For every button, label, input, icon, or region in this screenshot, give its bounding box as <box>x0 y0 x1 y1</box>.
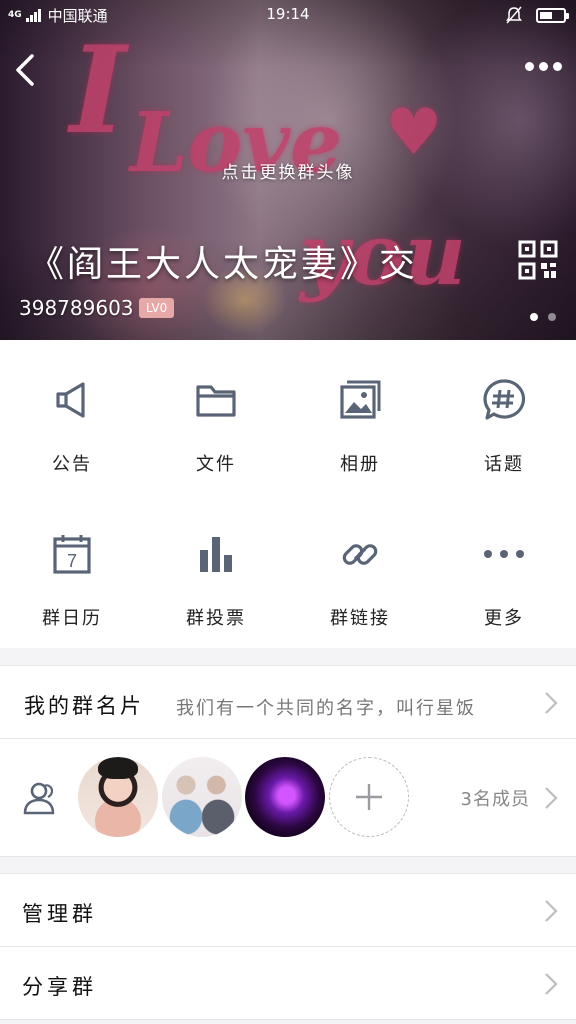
folder-icon <box>196 385 236 417</box>
more-dots-icon <box>484 550 524 558</box>
group-members-row[interactable]: 3名成员 <box>0 739 576 857</box>
share-group-label: 分享群 <box>22 975 97 999</box>
hashtag-bubble-icon <box>483 379 526 420</box>
group-card-value: 我们有一个共同的名字，叫行星饭 <box>176 698 476 719</box>
function-vote[interactable]: 群投票 <box>144 494 288 648</box>
back-arrow-icon[interactable] <box>10 50 42 90</box>
function-announcement[interactable]: 公告 <box>0 340 144 494</box>
qr-code-icon[interactable] <box>518 240 558 280</box>
function-label: 群日历 <box>42 608 102 629</box>
function-calendar[interactable]: 7 群日历 <box>0 494 144 648</box>
chevron-right-icon <box>545 787 558 809</box>
function-more[interactable]: 更多 <box>432 494 576 648</box>
status-bar: 4G 中国联通 19:14 <box>0 0 576 28</box>
members-icon <box>23 782 55 815</box>
background-decoration: I <box>70 20 127 161</box>
chevron-right-icon <box>545 692 558 714</box>
function-label: 话题 <box>484 454 524 475</box>
bar-chart-icon <box>200 537 232 572</box>
member-avatar[interactable] <box>162 757 242 837</box>
function-label: 文件 <box>196 454 236 475</box>
page-dot-active <box>530 313 538 321</box>
level-badge: LV0 <box>139 298 175 318</box>
group-card-label: 我的群名片 <box>24 694 144 718</box>
link-icon <box>342 544 378 565</box>
function-link[interactable]: 群链接 <box>288 494 432 648</box>
group-name: 《阎王大人太宠妻》交 <box>28 244 419 285</box>
plus-icon <box>356 784 382 810</box>
more-dots-icon[interactable] <box>525 62 562 71</box>
function-label: 相册 <box>340 454 380 475</box>
change-avatar-hint[interactable]: 点击更换群头像 <box>0 158 576 183</box>
member-count: 3名成员 <box>460 789 530 810</box>
page-dot <box>548 313 556 321</box>
manage-group-label: 管理群 <box>22 902 97 926</box>
photo-album-icon <box>340 380 381 419</box>
group-function-grid: 公告 文件 相册 话题 7 群日历 群投票 群链接 更多 <box>0 340 576 648</box>
my-group-card-row[interactable]: 我的群名片 我们有一个共同的名字，叫行星饭 <box>0 665 576 739</box>
member-avatar[interactable] <box>78 757 158 837</box>
function-label: 公告 <box>52 454 92 475</box>
share-group-row[interactable]: 分享群 <box>0 946 576 1020</box>
add-member-button[interactable] <box>329 757 409 837</box>
megaphone-icon <box>56 382 85 418</box>
member-avatar[interactable] <box>245 757 325 837</box>
battery-icon <box>536 7 569 23</box>
group-id: 398789603 <box>19 296 134 320</box>
mute-bell-icon <box>506 6 522 24</box>
chevron-right-icon <box>545 973 558 995</box>
function-label: 更多 <box>484 608 524 629</box>
manage-group-row[interactable]: 管理群 <box>0 873 576 947</box>
function-topics[interactable]: 话题 <box>432 340 576 494</box>
function-label: 群链接 <box>330 608 390 629</box>
banner-page-indicator <box>530 313 556 321</box>
chevron-right-icon <box>545 900 558 922</box>
function-album[interactable]: 相册 <box>288 340 432 494</box>
function-files[interactable]: 文件 <box>144 340 288 494</box>
function-label: 群投票 <box>186 608 246 629</box>
status-time: 19:14 <box>266 5 310 23</box>
group-header-banner[interactable]: I Love ♥ you 4G 中国联通 19:14 点击更换群头像 《阎王大人… <box>0 0 576 340</box>
calendar-day: 7 <box>67 551 77 571</box>
calendar-icon: 7 <box>53 535 91 574</box>
